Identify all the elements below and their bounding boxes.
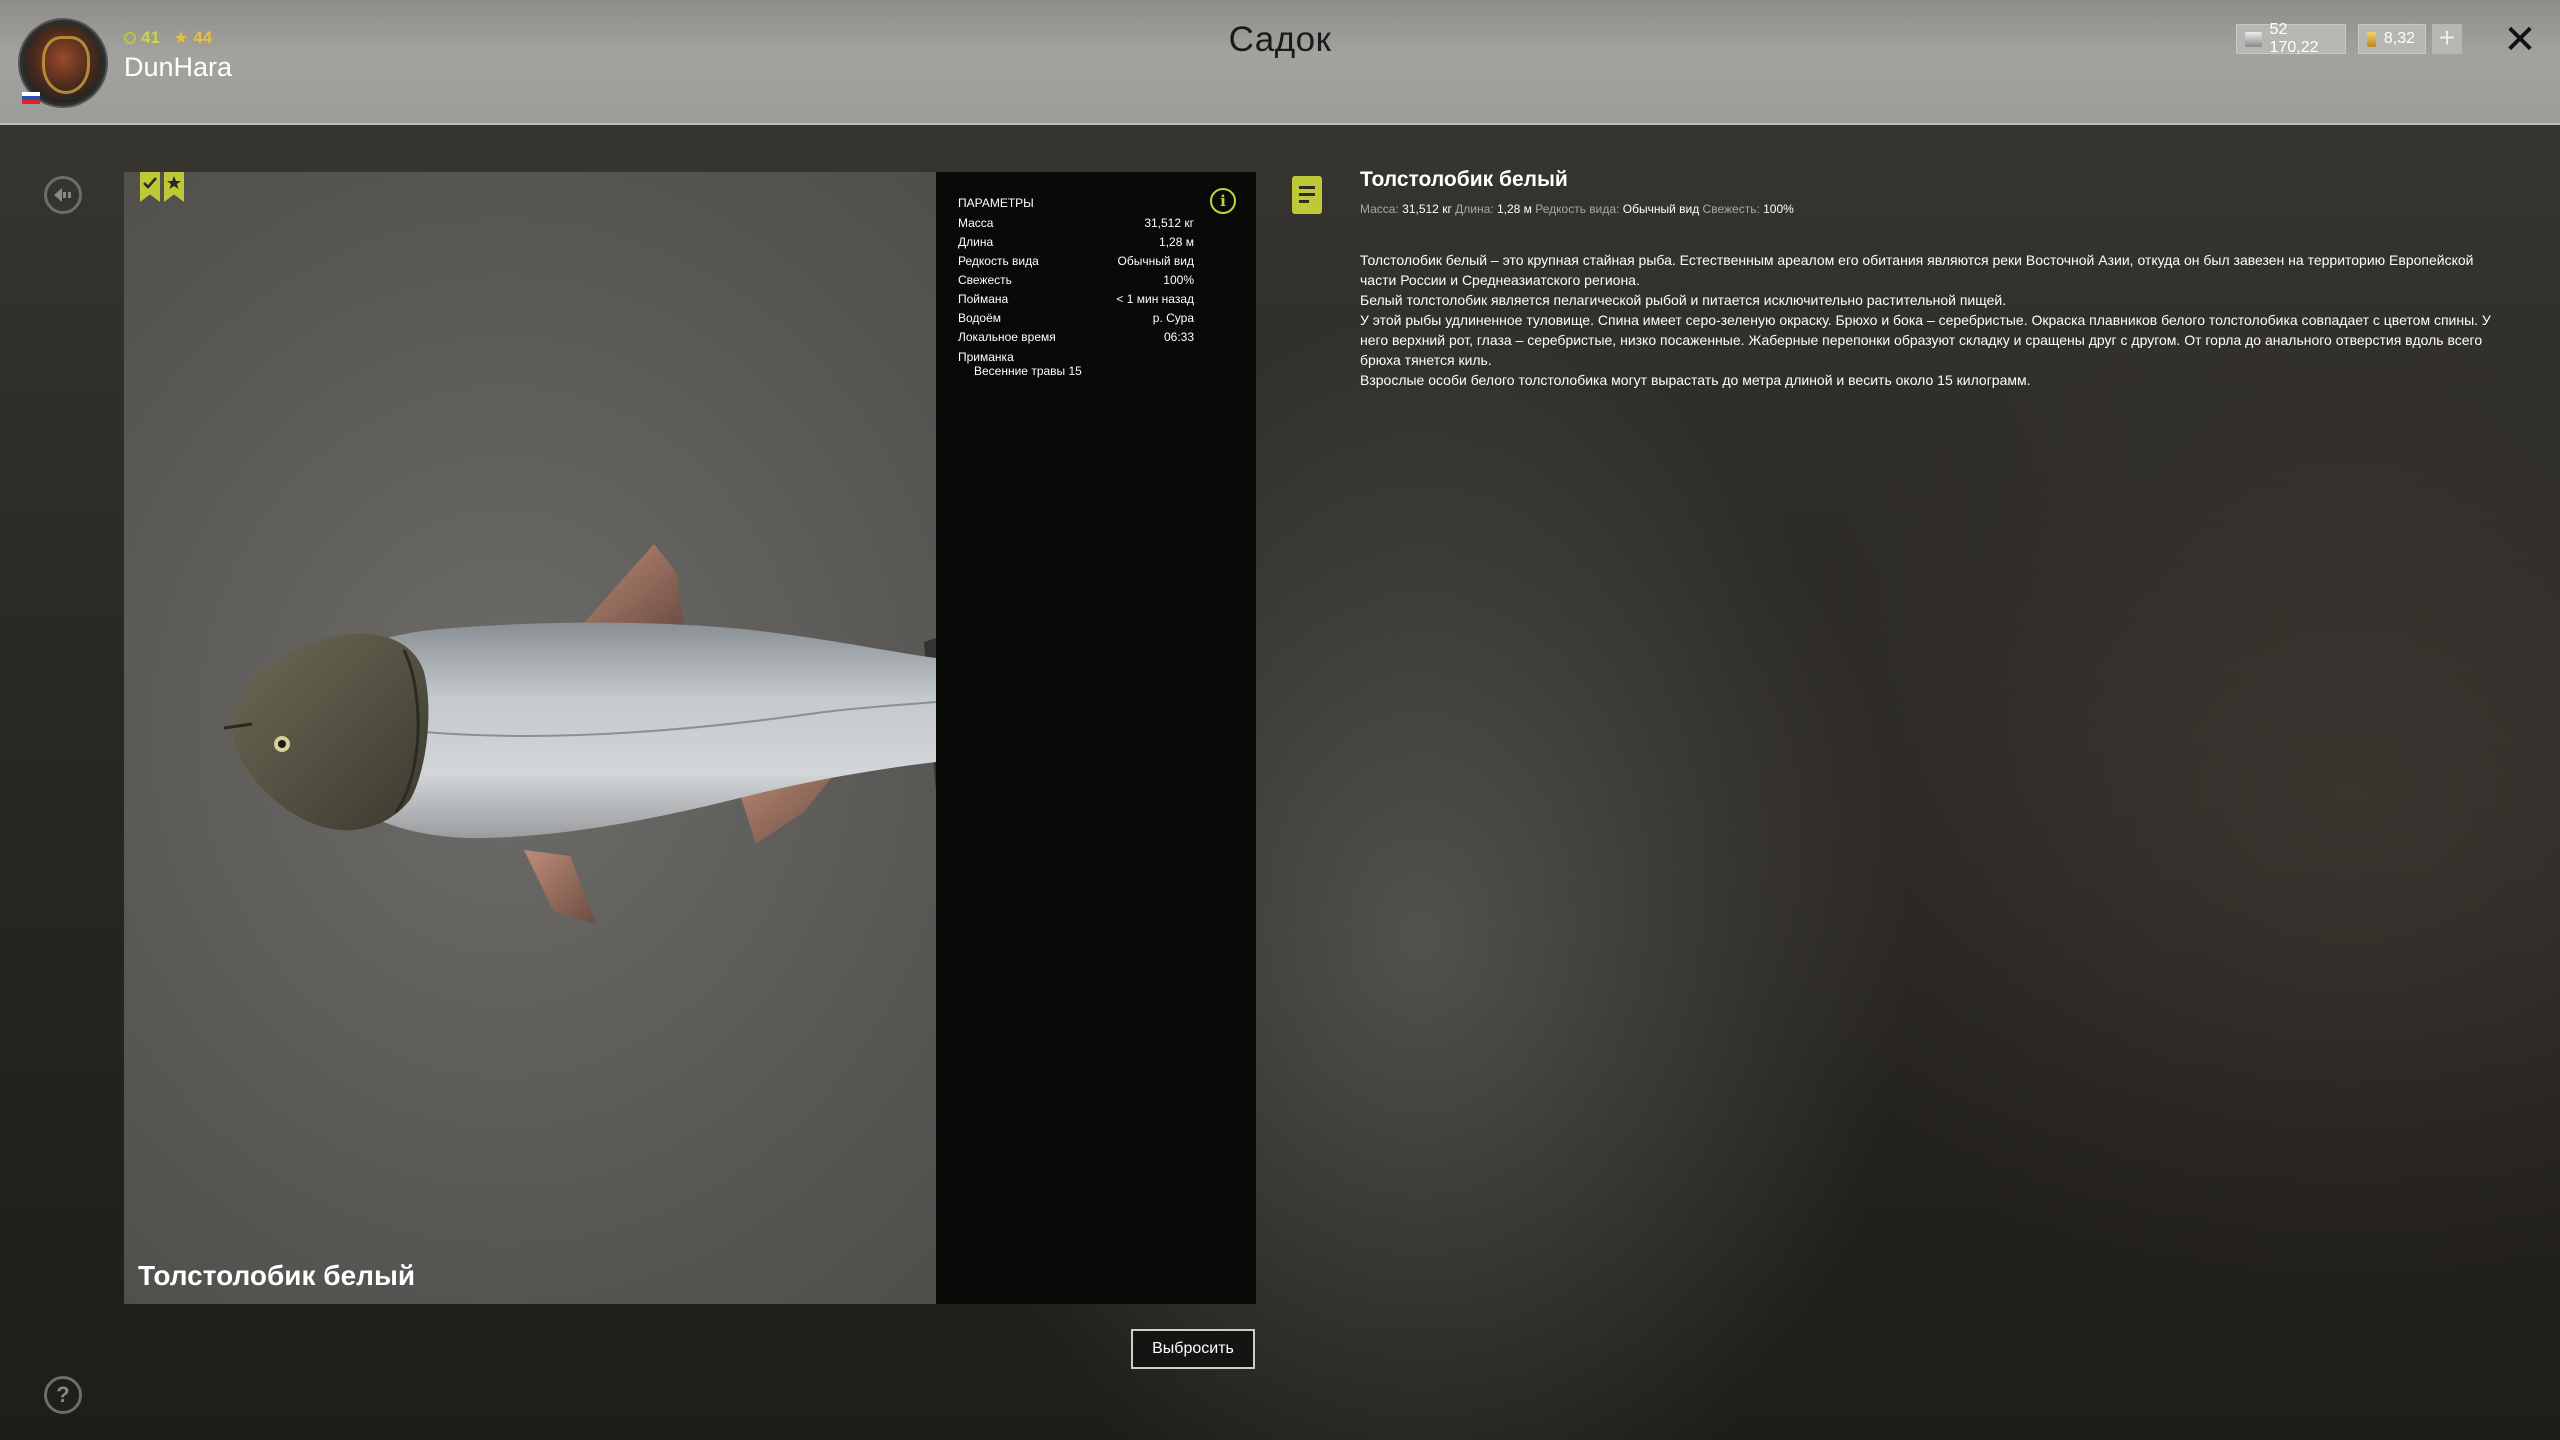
lure-label: Приманка [958, 350, 1014, 364]
help-button[interactable]: ? [44, 1376, 82, 1414]
param-row: Локальное время 06:33 [958, 330, 1194, 344]
description-title: Толстолобик белый [1360, 168, 1568, 191]
meta-length-value: 1,28 м [1496, 202, 1532, 216]
param-value: Обычный вид [1117, 254, 1194, 268]
meta-rarity-label: Редкость вида: [1535, 202, 1620, 216]
info-icon[interactable]: i [1210, 188, 1236, 214]
param-label: Локальное время [958, 330, 1056, 344]
description-paragraph: Взрослые особи белого толстолобика могут… [1360, 372, 2031, 388]
silver-balance[interactable]: 52 170,22 [2236, 21, 2346, 56]
description-paragraph: Белый толстолобик является пелагической … [1360, 292, 2007, 308]
meta-length-label: Длина: [1455, 202, 1494, 216]
description-paragraph: У этой рыбы удлиненное туловище. Спина и… [1360, 312, 2491, 368]
param-row: Водоём р. Сура [958, 311, 1194, 325]
param-label: Свежесть [958, 273, 1012, 287]
description-meta: Масса: 31,512 кг Длина: 1,28 м Редкость … [1360, 202, 1794, 216]
back-button[interactable] [44, 176, 82, 214]
meta-fresh-label: Свежесть: [1702, 202, 1760, 216]
gold-coin-icon [2367, 31, 2376, 47]
param-value: 31,512 кг [1144, 216, 1194, 230]
param-value: 06:33 [1163, 330, 1194, 344]
description-body: Толстолобик белый – это крупная стайная … [1360, 250, 2510, 390]
param-row: Свежесть 100% [958, 273, 1194, 287]
param-value: 1,28 м [1159, 235, 1194, 249]
param-label: Поймана [958, 292, 1009, 306]
fish-model [223, 544, 936, 924]
fish-name: Толстолобик белый [138, 1260, 416, 1291]
document-icon [1292, 176, 1322, 214]
page-title: Садок [1228, 20, 1332, 59]
russia-flag-icon [22, 92, 40, 104]
param-label: Водоём [958, 311, 1002, 325]
meta-mass-value: 31,512 кг [1402, 202, 1452, 216]
param-label: Редкость вида [958, 254, 1039, 268]
back-arrow-icon [54, 188, 71, 202]
gold-balance[interactable]: 8,32 [2358, 24, 2426, 54]
fish-viewer[interactable]: Толстолобик белый [124, 172, 936, 1304]
silver-value: 52 170,22 [2269, 21, 2319, 56]
meta-fresh-value: 100% [1763, 202, 1794, 216]
params-title: ПАРАМЕТРЫ [958, 196, 1034, 210]
param-row: Длина 1,28 м [958, 235, 1194, 249]
parameters-panel: ПАРАМЕТРЫ i Масса 31,512 кг Длина 1,28 м… [936, 172, 1256, 1304]
param-value: 100% [1163, 273, 1194, 287]
discard-button[interactable]: Выбросить [1131, 1329, 1255, 1369]
meta-mass-label: Масса: [1360, 202, 1399, 216]
top-bar: 41 ★ 44 DunHara Садок 52 170,22 8,32 + ✕ [0, 0, 2560, 125]
description-paragraph: Толстолобик белый – это крупная стайная … [1360, 252, 2474, 288]
param-value: р. Сура [1152, 311, 1194, 325]
add-currency-button[interactable]: + [2432, 24, 2462, 54]
param-value: < 1 мин назад [1116, 292, 1194, 306]
meta-rarity-value: Обычный вид [1622, 202, 1700, 216]
param-label: Длина [958, 235, 994, 249]
gold-value: 8,32 [2383, 30, 2415, 47]
close-button[interactable]: ✕ [2500, 20, 2540, 60]
param-row: Редкость вида Обычный вид [958, 254, 1194, 268]
param-row: Поймана < 1 мин назад [958, 292, 1194, 306]
help-icon: ? [56, 1382, 70, 1407]
param-label: Масса [958, 216, 994, 230]
param-row: Масса 31,512 кг [958, 216, 1194, 230]
silver-coin-icon [2245, 31, 2262, 47]
lure-value: Весенние травы 15 [974, 364, 1082, 378]
